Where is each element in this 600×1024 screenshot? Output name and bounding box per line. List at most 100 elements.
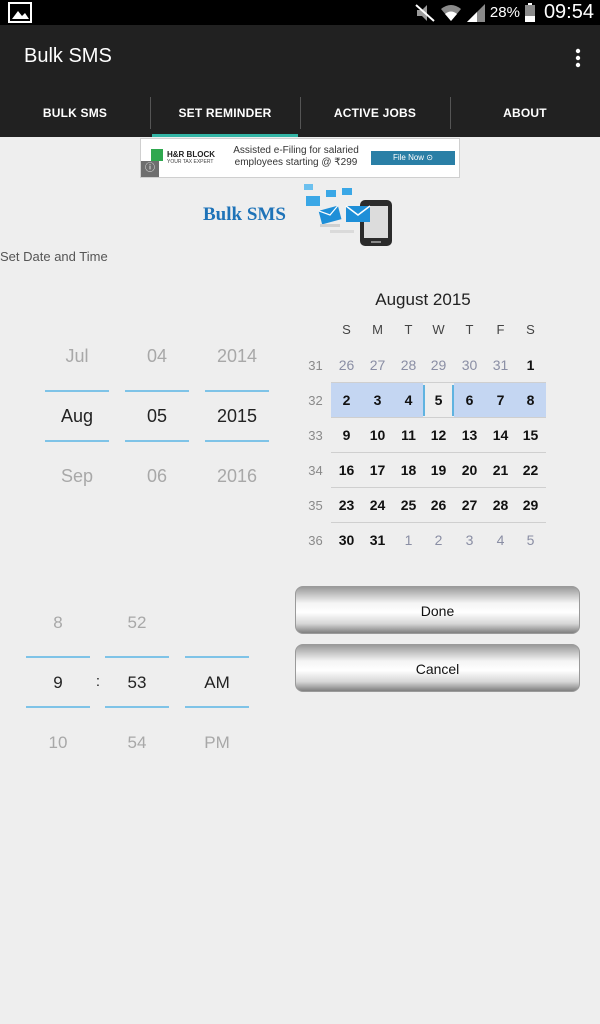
calendar-day[interactable]: 13 — [454, 418, 485, 453]
calendar-day[interactable]: 3 — [454, 523, 485, 558]
month-divider-bottom — [45, 440, 109, 442]
calendar-day[interactable]: 11 — [393, 418, 424, 453]
cancel-button[interactable]: Cancel — [295, 644, 580, 692]
week-number: 36 — [308, 533, 323, 548]
calendar-day[interactable]: 16 — [331, 453, 362, 488]
calendar-day[interactable]: 7 — [485, 383, 516, 418]
calendar-day[interactable]: 29 — [423, 348, 454, 383]
done-button[interactable]: Done — [295, 586, 580, 634]
calendar-day[interactable]: 14 — [485, 418, 516, 453]
calendar-day[interactable]: 19 — [423, 453, 454, 488]
calendar-day[interactable]: 18 — [393, 453, 424, 488]
weekday-label: T — [404, 322, 413, 337]
month-next[interactable]: Sep — [45, 466, 109, 487]
ampm-divider-bottom — [185, 706, 249, 708]
calendar-day[interactable]: 4 — [485, 523, 516, 558]
calendar-day[interactable]: 12 — [423, 418, 454, 453]
month-picker[interactable]: Jul Aug Sep — [45, 340, 109, 495]
month-prev[interactable]: Jul — [45, 346, 109, 367]
year-divider-bottom — [205, 440, 269, 442]
calendar-day[interactable]: 23 — [331, 488, 362, 523]
week-number: 31 — [308, 358, 323, 373]
ad-logo-icon — [151, 149, 163, 161]
minute-prev[interactable]: 52 — [105, 613, 169, 633]
calendar-day[interactable]: 15 — [515, 418, 546, 453]
calendar-day[interactable]: 21 — [485, 453, 516, 488]
calendar-day[interactable]: 25 — [393, 488, 424, 523]
minute-next[interactable]: 54 — [105, 733, 169, 753]
calendar-week-row: 32 2 3 4 5 6 7 8 — [300, 383, 546, 418]
tab-set-reminder[interactable]: SET REMINDER — [150, 89, 300, 137]
calendar-day[interactable]: 27 — [362, 348, 393, 383]
ampm-divider-top — [185, 656, 249, 658]
mute-icon — [415, 3, 435, 22]
calendar-day[interactable]: 30 — [454, 348, 485, 383]
day-picker[interactable]: 04 05 06 — [125, 340, 189, 495]
calendar-day[interactable]: 5 — [515, 523, 546, 558]
year-picker[interactable]: 2014 2015 2016 — [205, 340, 269, 495]
day-next[interactable]: 06 — [125, 466, 189, 487]
year-current[interactable]: 2015 — [205, 406, 269, 427]
battery-percent: 28% — [489, 4, 520, 21]
week-number: 32 — [308, 393, 323, 408]
tab-bulk-sms[interactable]: BULK SMS — [0, 89, 150, 137]
calendar-day[interactable]: 20 — [454, 453, 485, 488]
calendar-day[interactable]: 4 — [393, 383, 424, 418]
wifi-icon — [440, 4, 461, 21]
calendar-day[interactable]: 5 — [423, 383, 454, 418]
calendar-day[interactable]: 3 — [362, 383, 393, 418]
time-separator: : — [95, 673, 101, 690]
minute-divider-bottom — [105, 706, 169, 708]
ampm-picker[interactable]: AM PM — [185, 606, 249, 761]
day-current[interactable]: 05 — [125, 406, 189, 427]
calendar-day[interactable]: 27 — [454, 488, 485, 523]
month-current[interactable]: Aug — [45, 406, 109, 427]
year-next[interactable]: 2016 — [205, 466, 269, 487]
overflow-menu-icon[interactable] — [574, 47, 582, 69]
day-prev[interactable]: 04 — [125, 346, 189, 367]
calendar-day[interactable]: 1 — [515, 348, 546, 383]
minute-current[interactable]: 53 — [105, 673, 169, 693]
ampm-current[interactable]: AM — [185, 673, 249, 693]
calendar-week-row: 34 16 17 18 19 20 21 22 — [300, 453, 546, 488]
calendar-day[interactable]: 22 — [515, 453, 546, 488]
calendar-day[interactable]: 10 — [362, 418, 393, 453]
hour-picker[interactable]: 8 9 10 — [26, 606, 90, 761]
calendar-day[interactable]: 2 — [331, 383, 362, 418]
day-divider-top — [125, 390, 189, 392]
phone-messages-icon — [304, 184, 392, 246]
calendar-day[interactable]: 26 — [331, 348, 362, 383]
year-prev[interactable]: 2014 — [205, 346, 269, 367]
hour-prev[interactable]: 8 — [26, 613, 90, 633]
ad-banner[interactable]: H&R BLOCK YOUR TAX EXPERT Assisted e-Fil… — [140, 138, 460, 178]
weekday-label: W — [432, 322, 445, 337]
calendar-day[interactable]: 2 — [423, 523, 454, 558]
calendar-day[interactable]: 28 — [485, 488, 516, 523]
minute-picker[interactable]: 52 53 54 — [105, 606, 169, 761]
calendar-day[interactable]: 26 — [423, 488, 454, 523]
signal-icon — [466, 3, 485, 22]
set-date-time-label: Set Date and Time — [0, 249, 108, 264]
calendar-day[interactable]: 8 — [515, 383, 546, 418]
tab-active-jobs[interactable]: ACTIVE JOBS — [300, 89, 450, 137]
ad-info-icon[interactable]: ⓘ — [141, 161, 159, 177]
week-number: 35 — [308, 498, 323, 513]
calendar-day[interactable]: 31 — [362, 523, 393, 558]
calendar-day[interactable]: 6 — [454, 383, 485, 418]
ad-brand: H&R BLOCK — [167, 150, 215, 159]
ad-cta-button[interactable]: File Now ⊙ — [371, 151, 455, 165]
calendar-day[interactable]: 29 — [515, 488, 546, 523]
calendar-day[interactable]: 1 — [393, 523, 424, 558]
calendar-day[interactable]: 17 — [362, 453, 393, 488]
calendar-day[interactable]: 28 — [393, 348, 424, 383]
month-divider-top — [45, 390, 109, 392]
calendar-day[interactable]: 9 — [331, 418, 362, 453]
calendar-day[interactable]: 31 — [485, 348, 516, 383]
calendar-day[interactable]: 24 — [362, 488, 393, 523]
hour-next[interactable]: 10 — [26, 733, 90, 753]
calendar-weekday-header: S M T W T F S — [300, 322, 546, 338]
calendar-day[interactable]: 30 — [331, 523, 362, 558]
ampm-next[interactable]: PM — [185, 733, 249, 753]
hour-current[interactable]: 9 — [26, 673, 90, 693]
tab-about[interactable]: ABOUT — [450, 89, 600, 137]
